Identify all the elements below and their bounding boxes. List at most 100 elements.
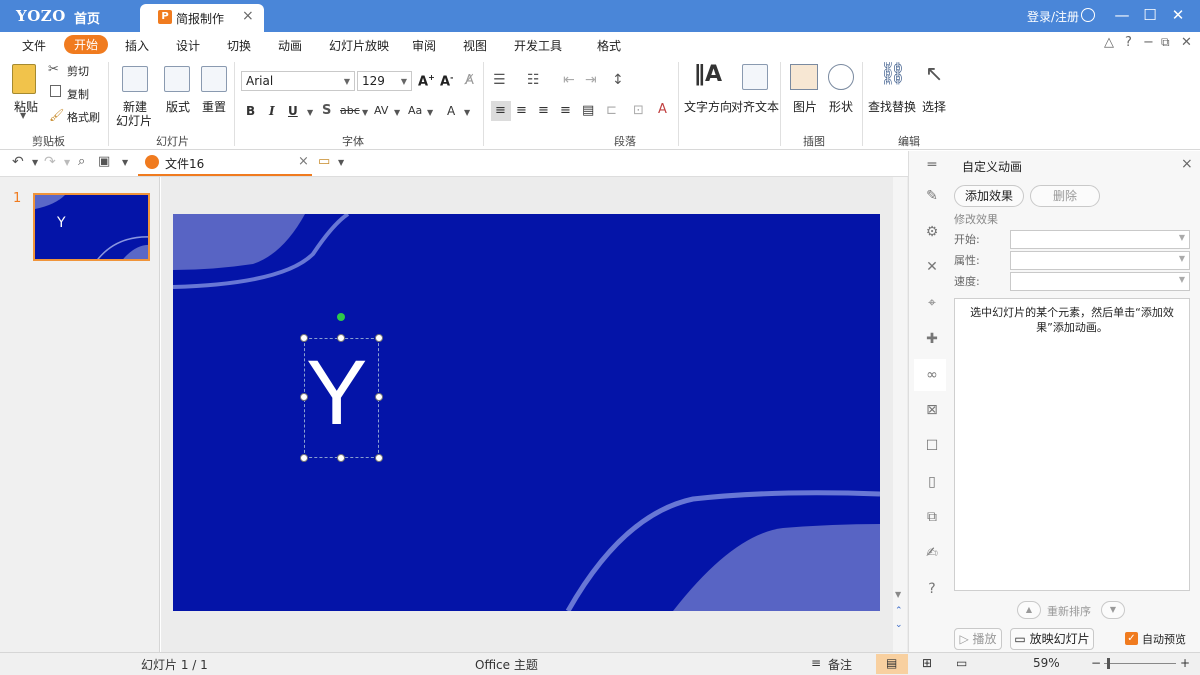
menu-design[interactable]: 设计 [176, 37, 200, 54]
text-box-icon[interactable]: ⊡ [633, 103, 644, 118]
new-doc-icon[interactable]: ▭ [318, 154, 330, 169]
clear-format-icon[interactable]: A̸ [465, 73, 474, 88]
resize-handle[interactable] [375, 454, 383, 462]
doc-restore-icon[interactable]: ⧉ [1161, 35, 1170, 50]
columns-icon[interactable]: ⊏ [606, 103, 617, 118]
move-down-icon[interactable]: ▼ [1101, 601, 1125, 619]
case-dropdown-icon[interactable]: ▼ [427, 108, 433, 117]
binoculars-icon[interactable]: ⛓ [879, 62, 907, 87]
play-button[interactable]: ▷ 播放 [954, 628, 1002, 650]
print-preview-icon[interactable]: ⌕ [78, 154, 85, 169]
prev-slide-icon[interactable]: ⌃ [895, 606, 903, 616]
menu-animation[interactable]: 动画 [278, 37, 302, 54]
text-direction-icon[interactable]: ∥A [694, 62, 722, 87]
animation-list[interactable] [954, 298, 1190, 591]
pane-menu-icon[interactable]: ═ [924, 157, 940, 173]
close-window-icon[interactable]: ✕ [1168, 6, 1188, 24]
redo-dropdown-icon[interactable]: ▼ [64, 158, 70, 167]
menu-slideshow[interactable]: 幻灯片放映 [329, 37, 389, 54]
resize-handle[interactable] [375, 334, 383, 342]
format-painter-button[interactable]: 格式刷 [67, 109, 100, 125]
new-doc-dropdown-icon[interactable]: ▼ [338, 158, 344, 167]
maximize-icon[interactable]: ☐ [1140, 6, 1160, 24]
char-spacing-button[interactable]: AV [374, 104, 388, 117]
comment-icon[interactable]: ☐ [924, 438, 940, 454]
justify-icon[interactable]: ≡ [560, 103, 571, 118]
font-color-button[interactable]: A [447, 104, 455, 118]
zoom-out-icon[interactable]: − [1091, 656, 1101, 670]
copy-icon[interactable] [50, 85, 61, 97]
align-text-icon[interactable] [742, 64, 768, 90]
resize-handle[interactable] [300, 454, 308, 462]
next-slide-icon[interactable]: ⌄ [895, 620, 903, 630]
layout-icon[interactable] [164, 66, 190, 92]
doc-tab[interactable]: P 简报制作 × [140, 4, 264, 32]
menu-developer[interactable]: 开发工具 [514, 37, 562, 54]
scroll-down-icon[interactable]: ▼ [895, 590, 901, 599]
find-replace-button[interactable]: 查找替换 [868, 98, 916, 115]
numbering-icon[interactable]: ☷ [527, 72, 540, 88]
shrink-font-icon[interactable]: A- [440, 73, 453, 89]
close-pane-icon[interactable]: × [1181, 156, 1193, 172]
increase-indent-icon[interactable]: ⇥ [585, 72, 597, 88]
cut-icon[interactable]: ✂ [48, 62, 59, 77]
font-size-input[interactable]: 129 ▼ [357, 71, 412, 91]
picture-button[interactable]: 图片 [793, 98, 817, 115]
copy-button[interactable]: 复制 [67, 86, 89, 102]
move-up-icon[interactable]: ▲ [1017, 601, 1041, 619]
reset-icon[interactable] [201, 66, 227, 92]
resize-handle[interactable] [300, 334, 308, 342]
line-spacing-icon[interactable]: ↕ [612, 72, 624, 88]
zoom-slider[interactable] [1104, 663, 1176, 664]
home-tab[interactable]: 首页 [74, 8, 100, 27]
format-painter-icon[interactable]: 🖌 [49, 108, 64, 122]
pen-icon[interactable]: ✎ [924, 188, 940, 204]
login-link[interactable]: 登录/注册 [1027, 8, 1079, 25]
resize-handle[interactable] [300, 393, 308, 401]
menu-home[interactable]: 开始 [64, 35, 109, 54]
tools-icon[interactable]: ✕ [924, 259, 940, 275]
help-icon[interactable]: ? [1125, 35, 1132, 50]
underline-dropdown-icon[interactable]: ▼ [307, 108, 313, 117]
menu-insert[interactable]: 插入 [125, 37, 149, 54]
spacing-dropdown-icon[interactable]: ▼ [394, 108, 400, 117]
help-pane-icon[interactable]: ? [924, 581, 940, 597]
menu-transition[interactable]: 切换 [227, 37, 251, 54]
menu-review[interactable]: 审阅 [412, 37, 436, 54]
menu-file[interactable]: 文件 [22, 37, 46, 54]
distribute-icon[interactable]: ▤ [582, 103, 594, 118]
edit-pane-icon[interactable]: ✍ [924, 545, 940, 561]
font-name-input[interactable]: Arial ▼ [241, 71, 355, 91]
italic-button[interactable]: I [269, 104, 275, 118]
copy-pane-icon[interactable]: ⧉ [924, 509, 940, 525]
new-slide-icon[interactable] [122, 66, 148, 92]
slideshow-view-icon[interactable]: ▭ [956, 656, 967, 670]
quick-access-dropdown-icon[interactable]: ▼ [122, 158, 128, 167]
text-direction-button[interactable]: 文字方向 [684, 98, 732, 115]
bullets-icon[interactable]: ☰ [493, 72, 506, 88]
redo-icon[interactable]: ↷ [44, 154, 56, 170]
delete-effect-button[interactable]: 删除 [1030, 185, 1100, 207]
minimize-icon[interactable]: — [1112, 6, 1132, 24]
animation-icon[interactable]: ∞ [924, 367, 940, 383]
zoom-in-icon[interactable]: + [1180, 656, 1190, 670]
new-slide-label2[interactable]: 幻灯片 [116, 112, 152, 129]
transition-icon[interactable]: ✚ [924, 331, 940, 347]
pin-icon[interactable]: ⌖ [924, 295, 940, 311]
close-tab-icon[interactable]: × [242, 8, 254, 24]
close-file-tab-icon[interactable]: × [298, 154, 309, 169]
strike-dropdown-icon[interactable]: ▼ [362, 108, 368, 117]
undo-dropdown-icon[interactable]: ▼ [32, 158, 38, 167]
grow-font-icon[interactable]: A+ [418, 73, 435, 89]
add-effect-button[interactable]: 添加效果 [954, 185, 1024, 207]
slide-canvas[interactable] [173, 214, 880, 611]
cut-button[interactable]: 剪切 [67, 63, 89, 79]
slideshow-button[interactable]: ▭ 放映幻灯片 [1010, 628, 1094, 650]
align-text-button[interactable]: 对齐文本 [731, 98, 779, 115]
zoom-slider-thumb[interactable] [1107, 658, 1110, 669]
select-button[interactable]: 选择 [922, 98, 946, 115]
shape-button[interactable]: 形状 [829, 98, 853, 115]
underline-button[interactable]: U [288, 104, 298, 118]
vertical-scrollbar[interactable] [893, 177, 907, 652]
change-case-button[interactable]: Aa [408, 104, 422, 117]
